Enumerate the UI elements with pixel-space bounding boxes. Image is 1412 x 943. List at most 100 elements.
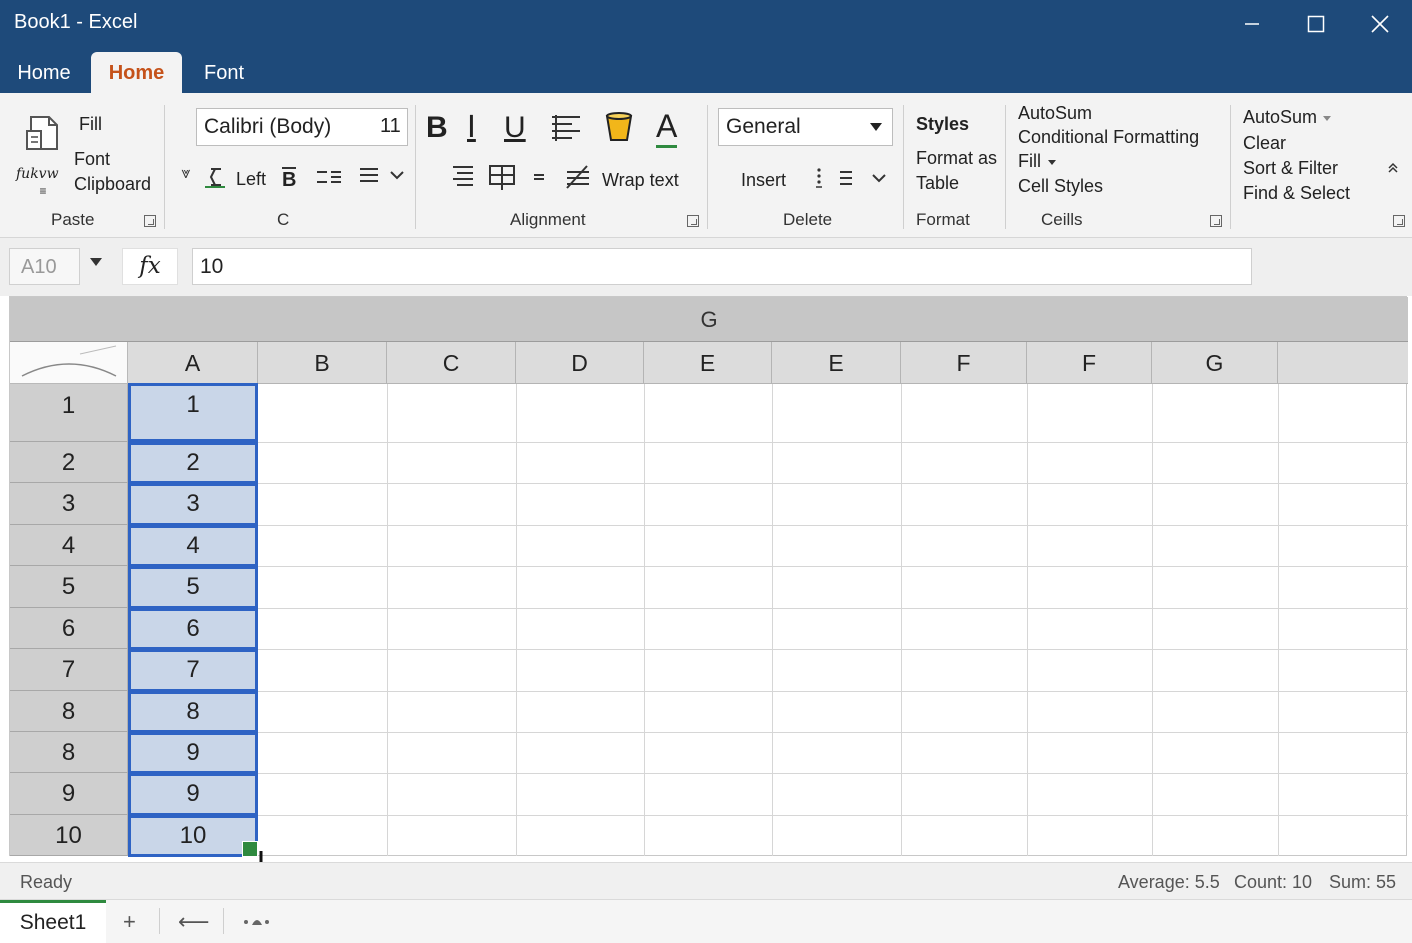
- row-header[interactable]: 1: [10, 384, 128, 442]
- status-average: Average: 5.5: [1118, 872, 1220, 892]
- more-sheets-icon[interactable]: [240, 914, 272, 928]
- align-justify-icon[interactable]: [357, 163, 381, 189]
- find-select-button[interactable]: Find & Select: [1243, 182, 1350, 204]
- column-header-f[interactable]: F: [901, 342, 1027, 384]
- paste-dropdown-icon[interactable]: ≡: [37, 184, 49, 198]
- chevron-down-icon[interactable]: [389, 167, 405, 183]
- cell-a7[interactable]: 7: [128, 649, 258, 692]
- scroll-sheets-left-button[interactable]: ⟵: [178, 909, 210, 935]
- row-header[interactable]: 6: [10, 608, 128, 649]
- sheet-tab-sheet1[interactable]: Sheet1: [0, 900, 106, 943]
- name-box-dropdown-icon[interactable]: [90, 258, 102, 266]
- add-sheet-button[interactable]: +: [123, 909, 136, 935]
- indent-icon[interactable]: [203, 165, 227, 189]
- cell-a8[interactable]: 8: [128, 691, 258, 733]
- close-button[interactable]: [1348, 0, 1412, 48]
- fill-color-icon[interactable]: [602, 109, 636, 145]
- name-box[interactable]: A10: [9, 248, 80, 285]
- row-header[interactable]: 8: [10, 691, 128, 732]
- italic-button[interactable]: I: [467, 111, 476, 145]
- bold-button[interactable]: B: [426, 111, 448, 145]
- equal-icon[interactable]: [532, 171, 546, 183]
- tab-home-active[interactable]: Home: [91, 52, 182, 93]
- font-size-value[interactable]: 11: [380, 115, 401, 138]
- cell-a4[interactable]: 4: [128, 525, 258, 567]
- insert-function-button[interactable]: fx: [122, 248, 178, 285]
- editing-launcher-icon[interactable]: [1393, 215, 1405, 227]
- cells-launcher-icon[interactable]: [1210, 215, 1222, 227]
- cell-a10[interactable]: 9: [128, 773, 258, 816]
- strikethrough-icon[interactable]: [549, 112, 583, 144]
- gridline: [128, 815, 1408, 816]
- cell-a2[interactable]: 2: [128, 442, 258, 484]
- autosum-dropdown-button[interactable]: AutoSum: [1243, 106, 1332, 128]
- font-name-box[interactable]: Calibri (Body) 11: [196, 108, 408, 146]
- sort-filter-button[interactable]: Sort & Filter: [1243, 157, 1338, 179]
- row-header[interactable]: 2: [10, 442, 128, 483]
- number-format-dropdown[interactable]: General: [718, 108, 893, 146]
- column-header-blank[interactable]: [1278, 342, 1408, 384]
- formula-input[interactable]: 10: [192, 248, 1252, 285]
- format-as-table-line2[interactable]: Table: [916, 172, 959, 194]
- list-dots-icon[interactable]: [812, 167, 826, 189]
- cell-a3[interactable]: 3: [128, 483, 258, 526]
- fill-dropdown-button[interactable]: Fill: [1018, 150, 1056, 172]
- group-label-font: C: [277, 210, 290, 229]
- column-header-a[interactable]: A: [128, 342, 258, 384]
- column-header-e[interactable]: E: [644, 342, 772, 384]
- merge-cells-icon[interactable]: [487, 163, 517, 193]
- ribbon: fukvw ≡ Fill Font Clipboard Paste Calibr…: [0, 93, 1412, 238]
- align-left-button[interactable]: Left: [236, 168, 266, 190]
- wrap-text-button[interactable]: Wrap text: [602, 169, 679, 191]
- tab-home[interactable]: Home: [0, 52, 88, 93]
- cell-a1[interactable]: 1: [128, 383, 258, 442]
- top-align-icon[interactable]: [450, 163, 476, 191]
- row-header[interactable]: 3: [10, 483, 128, 525]
- column-header-c[interactable]: C: [387, 342, 516, 384]
- cell-a5[interactable]: 5: [128, 566, 258, 609]
- clipboard-launcher-icon[interactable]: [144, 215, 156, 227]
- row-header[interactable]: 5: [10, 566, 128, 608]
- worksheet-grid[interactable]: G A B C D E E F F G 1 2 3 4 5 6 7 8 8 9 …: [9, 296, 1408, 879]
- row-header[interactable]: 8: [10, 732, 128, 773]
- column-header-g[interactable]: G: [1152, 342, 1278, 384]
- separator: [159, 908, 160, 934]
- underline-button[interactable]: U: [504, 111, 526, 145]
- select-all-corner[interactable]: [10, 342, 128, 384]
- alignment-launcher-icon[interactable]: [687, 215, 699, 227]
- column-header-b[interactable]: B: [258, 342, 387, 384]
- column-header-d[interactable]: D: [516, 342, 644, 384]
- font-button[interactable]: Font: [74, 148, 110, 170]
- tab-font[interactable]: Font: [184, 52, 264, 93]
- border-button[interactable]: B: [282, 167, 297, 191]
- list-lines-icon[interactable]: [837, 167, 855, 189]
- column-header-e2[interactable]: E: [772, 342, 901, 384]
- clear-button[interactable]: Clear: [1243, 132, 1286, 154]
- row-header[interactable]: 4: [10, 525, 128, 566]
- clipboard-button[interactable]: Clipboard: [74, 173, 151, 195]
- minimize-button[interactable]: [1220, 0, 1284, 48]
- row-header[interactable]: 7: [10, 649, 128, 691]
- autosum-button[interactable]: AutoSum: [1018, 102, 1092, 124]
- paste-label[interactable]: fukvw: [16, 163, 59, 185]
- cell-a6[interactable]: 6: [128, 608, 258, 650]
- conditional-formatting-button[interactable]: Conditional Formatting: [1018, 126, 1199, 148]
- chevron-down-icon-2[interactable]: [871, 171, 887, 185]
- decrease-indent-icon[interactable]: [315, 165, 343, 189]
- font-color-button[interactable]: A: [656, 109, 678, 148]
- wrap-text-icon[interactable]: [562, 163, 594, 193]
- collapse-ribbon-icon[interactable]: [1386, 161, 1400, 175]
- row-header[interactable]: 9: [10, 773, 128, 815]
- cell-a11[interactable]: 10: [128, 815, 258, 857]
- more-options-icon[interactable]: ⩔: [178, 165, 194, 182]
- styles-button[interactable]: Styles: [916, 113, 969, 135]
- cell-styles-button[interactable]: Cell Styles: [1018, 175, 1103, 197]
- fill-button[interactable]: Fill: [79, 113, 102, 135]
- maximize-button[interactable]: [1284, 0, 1348, 48]
- format-as-table-line1[interactable]: Format as: [916, 147, 997, 169]
- paste-icon[interactable]: [22, 111, 64, 155]
- insert-button[interactable]: Insert: [741, 169, 786, 191]
- column-header-f2[interactable]: F: [1027, 342, 1152, 384]
- row-header[interactable]: 10: [10, 815, 128, 856]
- cell-a9[interactable]: 9: [128, 732, 258, 774]
